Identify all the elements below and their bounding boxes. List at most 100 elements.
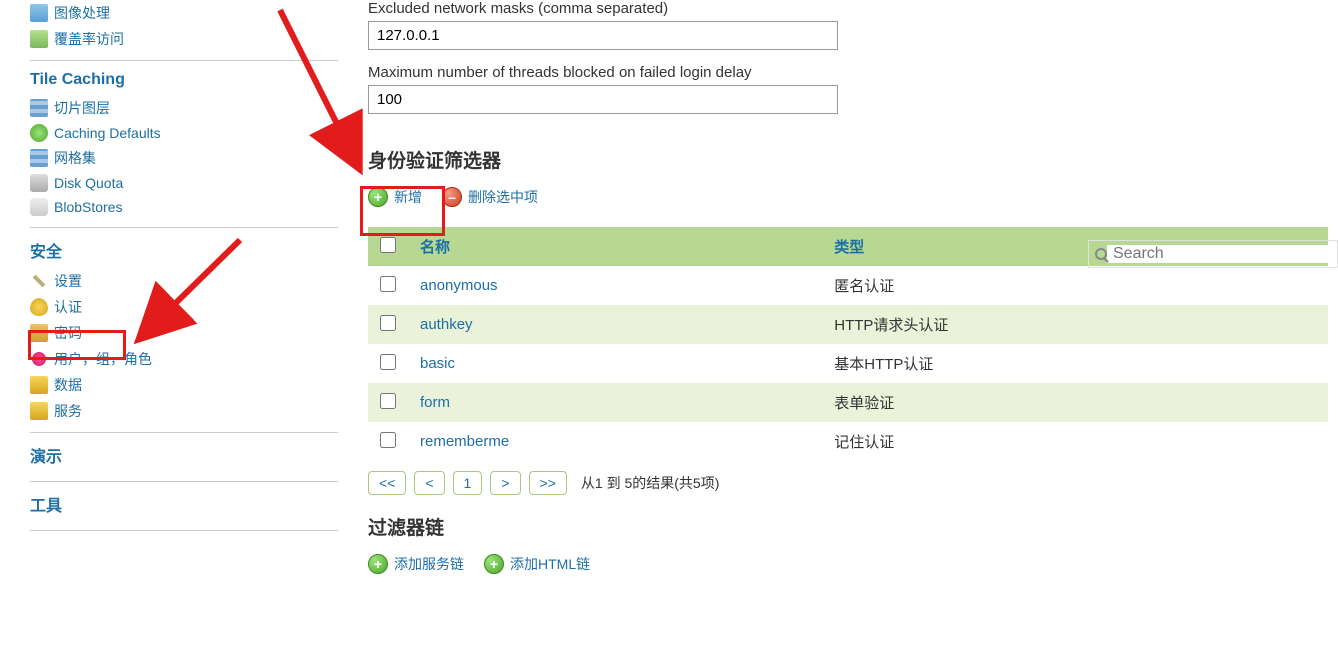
search-icon bbox=[1095, 248, 1107, 260]
data-icon bbox=[30, 376, 48, 394]
row-checkbox[interactable] bbox=[380, 432, 396, 448]
sidebar-item-label[interactable]: 服务 bbox=[54, 401, 82, 421]
table-row: basic 基本HTTP认证 bbox=[368, 344, 1328, 383]
select-all-checkbox[interactable] bbox=[380, 237, 396, 253]
remove-icon: – bbox=[442, 187, 462, 207]
row-checkbox[interactable] bbox=[380, 393, 396, 409]
sidebar-item-coverage-access[interactable]: 覆盖率访问 bbox=[30, 26, 338, 52]
sidebar-item-blobstores[interactable]: BlobStores bbox=[30, 195, 338, 219]
sidebar-item-image-processing[interactable]: 图像处理 bbox=[30, 0, 338, 26]
table-row: form 表单验证 bbox=[368, 383, 1328, 422]
pager-next[interactable]: > bbox=[490, 471, 520, 495]
sidebar-item-label[interactable]: Caching Defaults bbox=[54, 125, 161, 141]
table-row: anonymous 匿名认证 bbox=[368, 266, 1328, 305]
row-type-cell: HTTP请求头认证 bbox=[822, 305, 1328, 344]
main-content: Excluded network masks (comma separated)… bbox=[348, 0, 1338, 614]
sidebar-item-label[interactable]: 数据 bbox=[54, 375, 82, 395]
sidebar-item-label[interactable]: BlobStores bbox=[54, 199, 122, 215]
add-html-chain-button[interactable]: + 添加HTML链 bbox=[484, 554, 590, 574]
pager-summary: 从1 到 5的结果(共5项) bbox=[581, 473, 719, 493]
add-filter-button[interactable]: + 新增 bbox=[368, 187, 422, 207]
search-input[interactable] bbox=[1107, 245, 1331, 263]
row-type-cell: 记住认证 bbox=[822, 422, 1328, 461]
sidebar-section-tools[interactable]: 工具 bbox=[30, 481, 338, 522]
pagination: << < 1 > >> 从1 到 5的结果(共5项) bbox=[368, 471, 1328, 495]
caching-defaults-icon bbox=[30, 124, 48, 142]
column-name[interactable]: 名称 bbox=[408, 227, 822, 266]
sidebar-item-label[interactable]: Disk Quota bbox=[54, 175, 123, 191]
excluded-masks-input[interactable] bbox=[368, 21, 838, 50]
pager-first[interactable]: << bbox=[368, 471, 406, 495]
sidebar-item-label[interactable]: 网格集 bbox=[54, 148, 96, 168]
sidebar-item-services[interactable]: 服务 bbox=[30, 398, 338, 424]
pager-prev[interactable]: < bbox=[414, 471, 444, 495]
row-checkbox[interactable] bbox=[380, 276, 396, 292]
sidebar-item-label[interactable]: 用户，组，角色 bbox=[54, 349, 152, 369]
sidebar-item-gridsets[interactable]: 网格集 bbox=[30, 145, 338, 171]
table-row: authkey HTTP请求头认证 bbox=[368, 305, 1328, 344]
sidebar-item-label[interactable]: 认证 bbox=[54, 297, 82, 317]
add-icon: + bbox=[368, 554, 388, 574]
row-name-cell: basic bbox=[408, 344, 822, 383]
row-type-cell: 表单验证 bbox=[822, 383, 1328, 422]
sidebar: 图像处理 覆盖率访问 Tile Caching 切片图层 Caching Def… bbox=[0, 0, 348, 614]
filter-name-link[interactable]: rememberme bbox=[420, 433, 509, 450]
sidebar-item-tile-layers[interactable]: 切片图层 bbox=[30, 95, 338, 121]
row-type-cell: 匿名认证 bbox=[822, 266, 1328, 305]
password-icon bbox=[30, 324, 48, 342]
sidebar-item-settings[interactable]: 设置 bbox=[30, 268, 338, 294]
sidebar-section-demo[interactable]: 演示 bbox=[30, 432, 338, 473]
sidebar-item-data[interactable]: 数据 bbox=[30, 372, 338, 398]
add-service-chain-button[interactable]: + 添加服务链 bbox=[368, 554, 464, 574]
tile-layers-icon bbox=[30, 99, 48, 117]
max-threads-label: Maximum number of threads blocked on fai… bbox=[368, 64, 1328, 81]
filter-name-link[interactable]: form bbox=[420, 394, 450, 411]
select-all-header bbox=[368, 227, 408, 266]
services-icon bbox=[30, 402, 48, 420]
filter-name-link[interactable]: basic bbox=[420, 355, 455, 372]
sidebar-item-label[interactable]: 覆盖率访问 bbox=[54, 29, 124, 49]
pager-page[interactable]: 1 bbox=[453, 471, 483, 495]
row-checkbox[interactable] bbox=[380, 315, 396, 331]
filter-name-link[interactable]: authkey bbox=[420, 316, 473, 333]
sidebar-item-disk-quota[interactable]: Disk Quota bbox=[30, 171, 338, 195]
sidebar-item-caching-defaults[interactable]: Caching Defaults bbox=[30, 121, 338, 145]
gridsets-icon bbox=[30, 149, 48, 167]
add-html-chain-label: 添加HTML链 bbox=[510, 554, 590, 574]
sidebar-section-security: 安全 bbox=[30, 227, 338, 268]
blobstores-icon bbox=[30, 198, 48, 216]
excluded-masks-label: Excluded network masks (comma separated) bbox=[368, 0, 1328, 17]
filter-chains-heading: 过滤器链 bbox=[368, 513, 1328, 540]
table-row: rememberme 记住认证 bbox=[368, 422, 1328, 461]
row-checkbox-cell bbox=[368, 383, 408, 422]
max-threads-input[interactable] bbox=[368, 85, 838, 114]
sidebar-item-authentication[interactable]: 认证 bbox=[30, 294, 338, 320]
sidebar-item-users-groups-roles[interactable]: 用户，组，角色 bbox=[30, 346, 338, 372]
sidebar-section-tile-caching: Tile Caching bbox=[30, 60, 338, 95]
filter-name-link[interactable]: anonymous bbox=[420, 277, 498, 294]
sidebar-item-label[interactable]: 切片图层 bbox=[54, 98, 110, 118]
row-checkbox-cell bbox=[368, 344, 408, 383]
add-filter-label: 新增 bbox=[394, 187, 422, 207]
sidebar-item-label[interactable]: 设置 bbox=[54, 271, 82, 291]
sidebar-item-password[interactable]: 密码 bbox=[30, 320, 338, 346]
users-groups-roles-icon bbox=[30, 350, 48, 368]
remove-selected-label: 删除选中项 bbox=[468, 187, 538, 207]
sidebar-item-label[interactable]: 密码 bbox=[54, 323, 82, 343]
row-name-cell: rememberme bbox=[408, 422, 822, 461]
pager-last[interactable]: >> bbox=[529, 471, 567, 495]
row-checkbox-cell bbox=[368, 422, 408, 461]
row-checkbox-cell bbox=[368, 305, 408, 344]
remove-selected-button[interactable]: – 删除选中项 bbox=[442, 187, 538, 207]
coverage-access-icon bbox=[30, 30, 48, 48]
sidebar-security-group: 设置 认证 密码 用户，组，角色 数据 服务 bbox=[30, 268, 338, 424]
row-type-cell: 基本HTTP认证 bbox=[822, 344, 1328, 383]
row-checkbox[interactable] bbox=[380, 354, 396, 370]
image-processing-icon bbox=[30, 4, 48, 22]
sidebar-wms-group: 图像处理 覆盖率访问 bbox=[30, 0, 338, 52]
sidebar-tile-caching-group: 切片图层 Caching Defaults 网格集 Disk Quota Blo… bbox=[30, 95, 338, 219]
search-box[interactable] bbox=[1088, 240, 1338, 268]
row-name-cell: form bbox=[408, 383, 822, 422]
sidebar-item-label[interactable]: 图像处理 bbox=[54, 3, 110, 23]
auth-filters-actions: + 新增 – 删除选中项 bbox=[368, 187, 1328, 207]
